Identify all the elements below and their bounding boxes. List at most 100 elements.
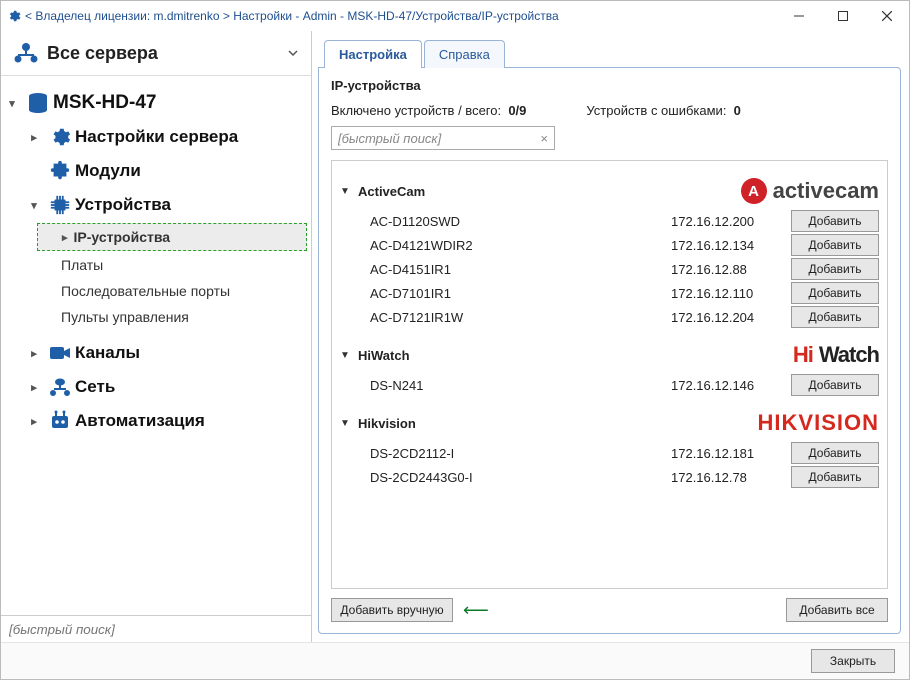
sidebar-item-channels[interactable]: ▸ Каналы — [1, 336, 311, 370]
sidebar-search-input[interactable] — [1, 616, 311, 642]
device-ip: 172.16.12.200 — [671, 214, 791, 229]
add-all-button[interactable]: Добавить все — [786, 598, 888, 622]
network-icon — [45, 377, 75, 397]
triangle-down-icon: ▼ — [340, 418, 358, 429]
group-name: HiWatch — [358, 348, 410, 363]
triangle-down-icon: ▼ — [340, 186, 358, 197]
sidebar: Все сервера ▾ MSK-HD-47 ▸ — [1, 31, 312, 642]
sidebar-item-ip-devices[interactable]: ▸ IP-устройства — [37, 223, 307, 251]
puzzle-icon — [45, 160, 75, 182]
device-ip: 172.16.12.204 — [671, 310, 791, 325]
tab-settings[interactable]: Настройка — [324, 40, 422, 68]
server-name: MSK-HD-47 — [53, 92, 156, 114]
enabled-count: 0/9 — [508, 103, 526, 118]
add-device-button[interactable]: Добавить — [791, 306, 879, 328]
server-node[interactable]: ▾ MSK-HD-47 — [1, 86, 311, 120]
caret-right-icon: ▸ — [23, 381, 45, 394]
caret-right-icon: ▸ — [62, 231, 68, 244]
camera-icon — [45, 344, 75, 362]
chip-icon — [45, 194, 75, 216]
device-row: AC-D4151IR1172.16.12.88Добавить — [340, 257, 879, 281]
device-model: AC-D4151IR1 — [370, 262, 671, 277]
close-button[interactable] — [865, 1, 909, 31]
device-model: DS-2CD2112-I — [370, 446, 671, 461]
device-ip: 172.16.12.134 — [671, 238, 791, 253]
sidebar-item-boards[interactable]: Платы — [1, 252, 311, 278]
gear-icon — [7, 9, 21, 23]
group-header[interactable]: ▼HiWatchHiWatch — [340, 337, 879, 373]
close-dialog-button[interactable]: Закрыть — [811, 649, 895, 673]
quick-search-placeholder: [быстрый поиск] — [338, 131, 441, 146]
group-name: Hikvision — [358, 416, 416, 431]
add-device-button[interactable]: Добавить — [791, 234, 879, 256]
add-device-button[interactable]: Добавить — [791, 258, 879, 280]
device-row: AC-D1120SWD172.16.12.200Добавить — [340, 209, 879, 233]
arrow-left-icon: ⟵ — [463, 600, 487, 621]
device-ip: 172.16.12.110 — [671, 286, 791, 301]
add-device-button[interactable]: Добавить — [791, 210, 879, 232]
device-model: AC-D7101IR1 — [370, 286, 671, 301]
caret-down-icon: ▾ — [23, 199, 45, 212]
errors-count: 0 — [734, 103, 741, 118]
footer: Закрыть — [1, 642, 909, 679]
all-servers-header[interactable]: Все сервера — [1, 31, 311, 75]
device-group: ▼ActiveCamAactivecamAC-D1120SWD172.16.12… — [340, 173, 879, 329]
device-ip: 172.16.12.88 — [671, 262, 791, 277]
tab-bar: Настройка Справка — [318, 37, 901, 67]
add-device-button[interactable]: Добавить — [791, 466, 879, 488]
sidebar-item-automation[interactable]: ▸ Автоматизация — [1, 404, 311, 438]
device-row: DS-2CD2443G0-I172.16.12.78Добавить — [340, 465, 879, 489]
caret-right-icon: ▸ — [23, 347, 45, 360]
device-row: AC-D7121IR1W172.16.12.204Добавить — [340, 305, 879, 329]
group-header[interactable]: ▼HikvisionHIKVISION — [340, 405, 879, 441]
sidebar-item-modules[interactable]: Модули — [1, 154, 311, 188]
quick-search[interactable]: [быстрый поиск] × — [331, 126, 555, 150]
sidebar-item-network[interactable]: ▸ Сеть — [1, 370, 311, 404]
clear-icon[interactable]: × — [540, 131, 548, 146]
sidebar-search[interactable] — [1, 615, 311, 642]
network-icon — [13, 42, 39, 64]
device-ip: 172.16.12.78 — [671, 470, 791, 485]
device-list[interactable]: ▼ActiveCamAactivecamAC-D1120SWD172.16.12… — [331, 160, 888, 589]
titlebar: < Владелец лицензии: m.dmitrenko > Настр… — [1, 1, 909, 31]
group-header[interactable]: ▼ActiveCamAactivecam — [340, 173, 879, 209]
all-servers-label: Все сервера — [47, 43, 158, 64]
tab-help[interactable]: Справка — [424, 40, 505, 68]
add-manually-button[interactable]: Добавить вручную — [331, 598, 453, 622]
device-group: ▼HikvisionHIKVISIONDS-2CD2112-I172.16.12… — [340, 405, 879, 489]
device-model: AC-D7121IR1W — [370, 310, 671, 325]
device-ip: 172.16.12.181 — [671, 446, 791, 461]
caret-right-icon: ▸ — [23, 415, 45, 428]
gear-icon — [45, 126, 75, 148]
sidebar-item-serial-ports[interactable]: Последовательные порты — [1, 278, 311, 304]
bottom-bar: Добавить вручную ⟵ Добавить все — [331, 589, 888, 625]
chevron-down-icon[interactable] — [287, 47, 299, 59]
add-device-button[interactable]: Добавить — [791, 442, 879, 464]
database-icon — [23, 92, 53, 114]
stats-row: Включено устройств / всего: 0/9 Устройст… — [331, 103, 888, 118]
server-tree: ▾ MSK-HD-47 ▸ Настройки сервера — [1, 75, 311, 615]
maximize-button[interactable] — [821, 1, 865, 31]
caret-right-icon: ▸ — [23, 131, 45, 144]
window-title: < Владелец лицензии: m.dmitrenko > Настр… — [25, 9, 777, 23]
sidebar-item-server-settings[interactable]: ▸ Настройки сервера — [1, 120, 311, 154]
triangle-down-icon: ▼ — [340, 350, 358, 361]
minimize-button[interactable] — [777, 1, 821, 31]
device-row: DS-2CD2112-I172.16.12.181Добавить — [340, 441, 879, 465]
device-model: AC-D1120SWD — [370, 214, 671, 229]
device-model: DS-2CD2443G0-I — [370, 470, 671, 485]
settings-tab-pane: IP-устройства Включено устройств / всего… — [318, 67, 901, 634]
main-pane: Настройка Справка IP-устройства Включено… — [312, 31, 909, 642]
device-row: DS-N241172.16.12.146Добавить — [340, 373, 879, 397]
add-device-button[interactable]: Добавить — [791, 374, 879, 396]
group-name: ActiveCam — [358, 184, 425, 199]
app-window: < Владелец лицензии: m.dmitrenko > Настр… — [0, 0, 910, 680]
sidebar-item-devices[interactable]: ▾ Устройства — [1, 188, 311, 222]
add-device-button[interactable]: Добавить — [791, 282, 879, 304]
sidebar-item-control-panels[interactable]: Пульты управления — [1, 304, 311, 330]
device-model: DS-N241 — [370, 378, 671, 393]
caret-down-icon: ▾ — [1, 97, 23, 110]
robot-icon — [45, 410, 75, 432]
pane-title: IP-устройства — [331, 78, 888, 93]
device-row: AC-D4121WDIR2172.16.12.134Добавить — [340, 233, 879, 257]
